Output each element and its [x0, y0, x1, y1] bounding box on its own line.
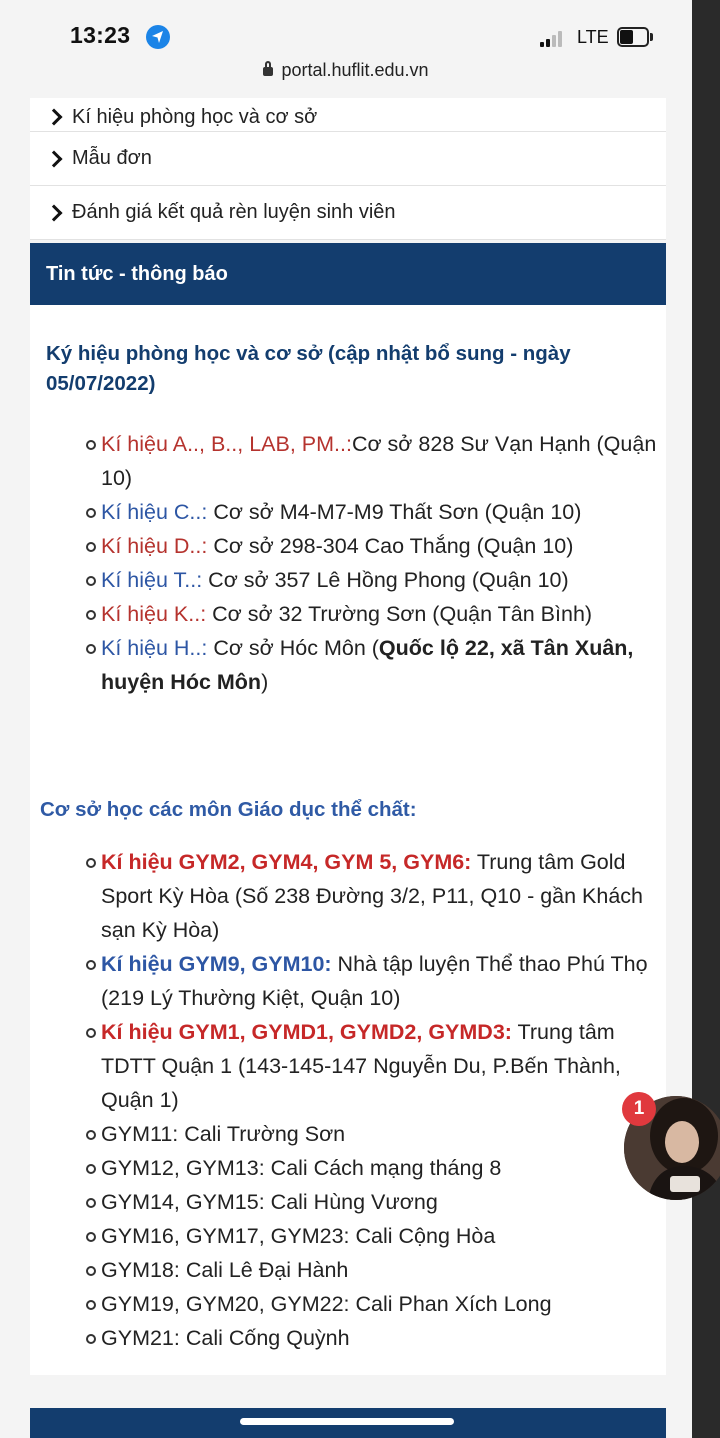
room-code-list: Kí hiệu A.., B.., LAB, PM..:Cơ sở 828 Sư…: [46, 427, 666, 699]
side-menu: Kí hiệu phòng học và cơ sở Mẫu đơn Đánh …: [30, 98, 666, 240]
menu-item-label: Mẫu đơn: [72, 147, 152, 169]
menu-item-forms[interactable]: Mẫu đơn: [30, 132, 666, 186]
menu-item-room-codes[interactable]: Kí hiệu phòng học và cơ sở: [30, 98, 666, 132]
news-section-header: Tin tức - thông báo: [30, 243, 666, 305]
list-item: Kí hiệu C..: Cơ sở M4-M7-M9 Thất Sơn (Qu…: [46, 495, 666, 529]
list-item: GYM21: Cali Cống Quỳnh: [46, 1321, 666, 1355]
list-item: Kí hiệu D..: Cơ sở 298-304 Cao Thắng (Qu…: [46, 529, 666, 563]
list-item: Kí hiệu GYM1, GYMD1, GYMD2, GYMD3: Trung…: [46, 1015, 666, 1117]
list-item: GYM12, GYM13: Cali Cách mạng tháng 8: [46, 1151, 666, 1185]
list-item: GYM16, GYM17, GYM23: Cali Cộng Hòa: [46, 1219, 666, 1253]
chevron-right-icon: [45, 108, 63, 126]
pe-section-title: Cơ sở học các môn Giáo dục thể chất:: [40, 798, 417, 821]
battery-icon: [617, 27, 653, 47]
menu-item-label: Đánh giá kết quả rèn luyện sinh viên: [72, 201, 396, 223]
list-item: Kí hiệu T..: Cơ sở 357 Lê Hồng Phong (Qu…: [46, 563, 666, 597]
status-time: 13:23: [70, 22, 131, 48]
chevron-right-icon: [45, 150, 63, 167]
status-bar: 13:23 LTE: [0, 0, 692, 60]
list-item: GYM14, GYM15: Cali Hùng Vương: [46, 1185, 666, 1219]
list-item: Kí hiệu GYM2, GYM4, GYM 5, GYM6: Trung t…: [46, 845, 666, 947]
url-text: portal.huflit.edu.vn: [281, 60, 429, 80]
signal-icon: [540, 29, 570, 47]
gym-list: Kí hiệu GYM2, GYM4, GYM 5, GYM6: Trung t…: [46, 845, 666, 1355]
list-item: GYM11: Cali Trường Sơn: [46, 1117, 666, 1151]
list-item: Kí hiệu GYM9, GYM10: Nhà tập luyện Thể t…: [46, 947, 666, 1015]
chevron-right-icon: [45, 204, 63, 221]
list-item: GYM18: Cali Lê Đại Hành: [46, 1253, 666, 1287]
home-indicator[interactable]: [240, 1418, 454, 1425]
location-arrow-icon: [146, 25, 170, 49]
menu-item-evaluation[interactable]: Đánh giá kết quả rèn luyện sinh viên: [30, 186, 666, 240]
list-item: Kí hiệu H..: Cơ sở Hóc Môn (Quốc lộ 22, …: [46, 631, 666, 699]
network-type: LTE: [577, 27, 609, 47]
phone-screen: 13:23 LTE portal.huflit.edu.vn Kí hiệu p…: [0, 0, 692, 1438]
news-content: Ký hiệu phòng học và cơ sở (cập nhật bổ …: [30, 305, 666, 1375]
list-item: Kí hiệu A.., B.., LAB, PM..:Cơ sở 828 Sư…: [46, 427, 666, 495]
list-item: GYM19, GYM20, GYM22: Cali Phan Xích Long: [46, 1287, 666, 1321]
lock-icon: [263, 61, 274, 76]
address-bar[interactable]: portal.huflit.edu.vn: [0, 60, 692, 81]
list-item: Kí hiệu K..: Cơ sở 32 Trường Sơn (Quận T…: [46, 597, 666, 631]
notification-badge: 1: [622, 1092, 656, 1126]
news-title: Ký hiệu phòng học và cơ sở (cập nhật bổ …: [46, 342, 571, 395]
